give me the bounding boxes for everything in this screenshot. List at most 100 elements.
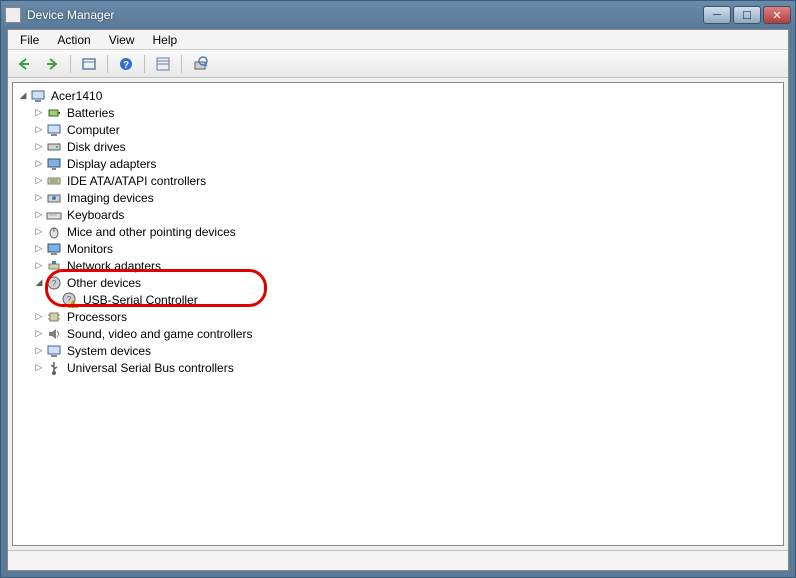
tree-item-sound-controllers[interactable]: ▷ Sound, video and game controllers [13, 325, 783, 342]
window-frame: Device Manager ─ ☐ ✕ File Action View He… [0, 0, 796, 578]
toolbar-back-button[interactable] [12, 53, 36, 75]
tree-item-usb-serial-controller[interactable]: ? ! USB-Serial Controller [13, 291, 783, 308]
processor-icon [46, 309, 62, 325]
toolbar-separator [144, 55, 145, 73]
window-icon [81, 56, 97, 72]
tree-item-label: Network adapters [65, 259, 163, 273]
tree-item-label: Monitors [65, 242, 115, 256]
content-frame: File Action View Help ? [7, 29, 789, 571]
tree-item-label: Disk drives [65, 140, 128, 154]
ide-icon [46, 173, 62, 189]
tree-item-batteries[interactable]: ▷ Batteries [13, 104, 783, 121]
tree-item-label: Universal Serial Bus controllers [65, 361, 236, 375]
tree-item-computer[interactable]: ▷ Computer [13, 121, 783, 138]
expand-icon[interactable]: ▷ [33, 226, 45, 238]
tree-item-label: USB-Serial Controller [81, 293, 200, 307]
menu-action[interactable]: Action [49, 31, 98, 49]
toolbar-separator [70, 55, 71, 73]
expand-icon[interactable]: ▷ [33, 209, 45, 221]
other-icon: ? [46, 275, 62, 291]
computer-icon [46, 122, 62, 138]
tree-item-imaging-devices[interactable]: ▷ Imaging devices [13, 189, 783, 206]
menu-view[interactable]: View [101, 31, 143, 49]
menu-help[interactable]: Help [145, 31, 186, 49]
tree-item-label: Keyboards [65, 208, 126, 222]
tree-item-keyboards[interactable]: ▷ Keyboards [13, 206, 783, 223]
tree-root-label: Acer1410 [49, 89, 104, 103]
svg-text:?: ? [67, 295, 72, 304]
properties-icon [155, 56, 171, 72]
expand-icon[interactable]: ▷ [33, 311, 45, 323]
expand-icon[interactable]: ▷ [33, 141, 45, 153]
tree-item-label: Processors [65, 310, 129, 324]
svg-text:!: ! [72, 302, 74, 308]
tree-item-label: Display adapters [65, 157, 158, 171]
expand-icon[interactable]: ▷ [33, 107, 45, 119]
tree-item-monitors[interactable]: ▷ Monitors [13, 240, 783, 257]
help-icon: ? [118, 56, 134, 72]
toolbar-show-hidden-button[interactable] [77, 53, 101, 75]
expand-icon[interactable]: ▷ [33, 192, 45, 204]
expand-icon[interactable]: ▷ [33, 175, 45, 187]
expand-icon[interactable]: ▷ [33, 345, 45, 357]
keyboard-icon [46, 207, 62, 223]
toolbar-forward-button[interactable] [40, 53, 64, 75]
minimize-button[interactable]: ─ [703, 6, 731, 24]
tree-item-label: Other devices [65, 276, 143, 290]
computer-icon [30, 88, 46, 104]
toolbar-help-button[interactable]: ? [114, 53, 138, 75]
tree-item-ide-controllers[interactable]: ▷ IDE ATA/ATAPI controllers [13, 172, 783, 189]
tree-item-disk-drives[interactable]: ▷ Disk drives [13, 138, 783, 155]
collapse-icon[interactable]: ◢ [33, 277, 45, 289]
expand-icon[interactable]: ▷ [33, 158, 45, 170]
tree-item-label: System devices [65, 344, 153, 358]
tree-item-mice[interactable]: ▷ Mice and other pointing devices [13, 223, 783, 240]
toolbar-separator [181, 55, 182, 73]
tree-item-label: IDE ATA/ATAPI controllers [65, 174, 208, 188]
usb-icon [46, 360, 62, 376]
sound-icon [46, 326, 62, 342]
imaging-icon [46, 190, 62, 206]
expand-icon[interactable]: ▷ [33, 328, 45, 340]
titlebar[interactable]: Device Manager ─ ☐ ✕ [1, 1, 795, 29]
system-icon [46, 343, 62, 359]
device-tree[interactable]: ◢ Acer1410 ▷ Batteries ▷ Computer [12, 82, 784, 546]
menu-file[interactable]: File [12, 31, 47, 49]
tree-item-label: Mice and other pointing devices [65, 225, 238, 239]
svg-text:?: ? [123, 60, 129, 71]
collapse-icon[interactable]: ◢ [17, 90, 29, 102]
tree-item-label: Imaging devices [65, 191, 156, 205]
svg-text:?: ? [52, 279, 57, 288]
expand-icon[interactable]: ▷ [33, 243, 45, 255]
close-button[interactable]: ✕ [763, 6, 791, 24]
tree-item-system-devices[interactable]: ▷ System devices [13, 342, 783, 359]
expand-icon[interactable]: ▷ [33, 362, 45, 374]
toolbar-scan-button[interactable] [188, 53, 212, 75]
network-icon [46, 258, 62, 274]
tree-item-other-devices[interactable]: ◢ ? Other devices [13, 274, 783, 291]
tree-item-usb-controllers[interactable]: ▷ Universal Serial Bus controllers [13, 359, 783, 376]
display-icon [46, 156, 62, 172]
window-title: Device Manager [27, 8, 114, 22]
mouse-icon [46, 224, 62, 240]
tree-root[interactable]: ◢ Acer1410 [13, 87, 783, 104]
arrow-right-icon [44, 56, 60, 72]
toolbar-view-button[interactable] [151, 53, 175, 75]
statusbar [8, 550, 788, 570]
toolbar-separator [107, 55, 108, 73]
tree-item-label: Sound, video and game controllers [65, 327, 254, 341]
battery-icon [46, 105, 62, 121]
tree-item-network-adapters[interactable]: ▷ Network adapters [13, 257, 783, 274]
app-icon [5, 7, 21, 23]
expand-icon[interactable]: ▷ [33, 260, 45, 272]
arrow-left-icon [16, 56, 32, 72]
tree-item-display-adapters[interactable]: ▷ Display adapters [13, 155, 783, 172]
disk-icon [46, 139, 62, 155]
expand-icon[interactable]: ▷ [33, 124, 45, 136]
tree-item-label: Batteries [65, 106, 116, 120]
unknown-device-warning-icon: ? ! [62, 292, 78, 308]
maximize-button[interactable]: ☐ [733, 6, 761, 24]
menubar: File Action View Help [8, 30, 788, 50]
tree-item-processors[interactable]: ▷ Processors [13, 308, 783, 325]
monitor-icon [46, 241, 62, 257]
